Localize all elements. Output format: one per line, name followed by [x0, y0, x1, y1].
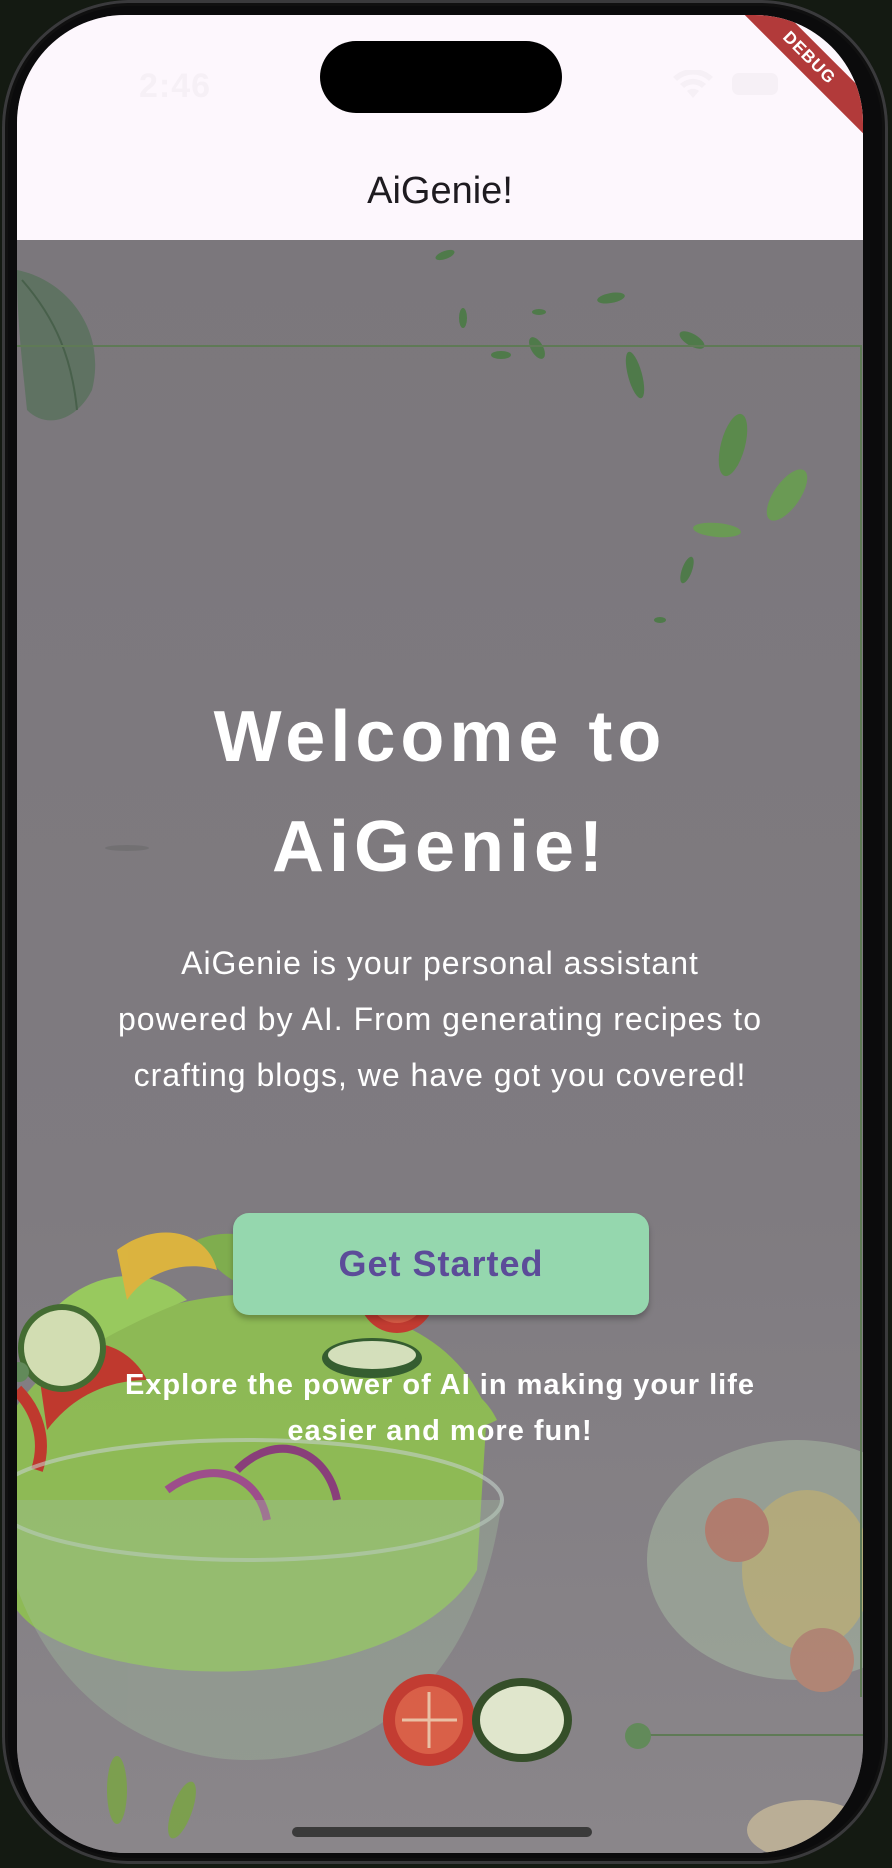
app-title: AiGenie! — [367, 170, 513, 212]
welcome-description: AiGenie is your personal assistant power… — [118, 945, 762, 1093]
welcome-tagline: Explore the power of AI in making your l… — [124, 1369, 756, 1447]
decorative-line — [641, 1734, 863, 1736]
phone-frame: 2:46 DEBUG AiGenie! Welcome to AiGenie! … — [2, 0, 888, 1864]
battery-icon — [732, 73, 778, 95]
status-bar: 2:46 DEBUG — [17, 15, 863, 140]
welcome-content: Welcome to AiGenie! AiGenie is your pers… — [17, 240, 863, 1853]
welcome-title-line2: AiGenie! — [271, 807, 609, 887]
welcome-title: Welcome to AiGenie! — [77, 682, 803, 902]
dynamic-island — [320, 41, 562, 113]
wifi-icon — [673, 70, 713, 98]
app-bar: AiGenie! — [17, 135, 863, 241]
decorative-dot — [625, 1723, 651, 1749]
screen: 2:46 DEBUG AiGenie! Welcome to AiGenie! … — [17, 15, 863, 1853]
status-time: 2:46 — [139, 67, 212, 105]
get-started-button[interactable]: Get Started — [233, 1213, 649, 1315]
home-indicator[interactable] — [292, 1827, 592, 1837]
welcome-title-line1: Welcome to — [213, 697, 667, 777]
